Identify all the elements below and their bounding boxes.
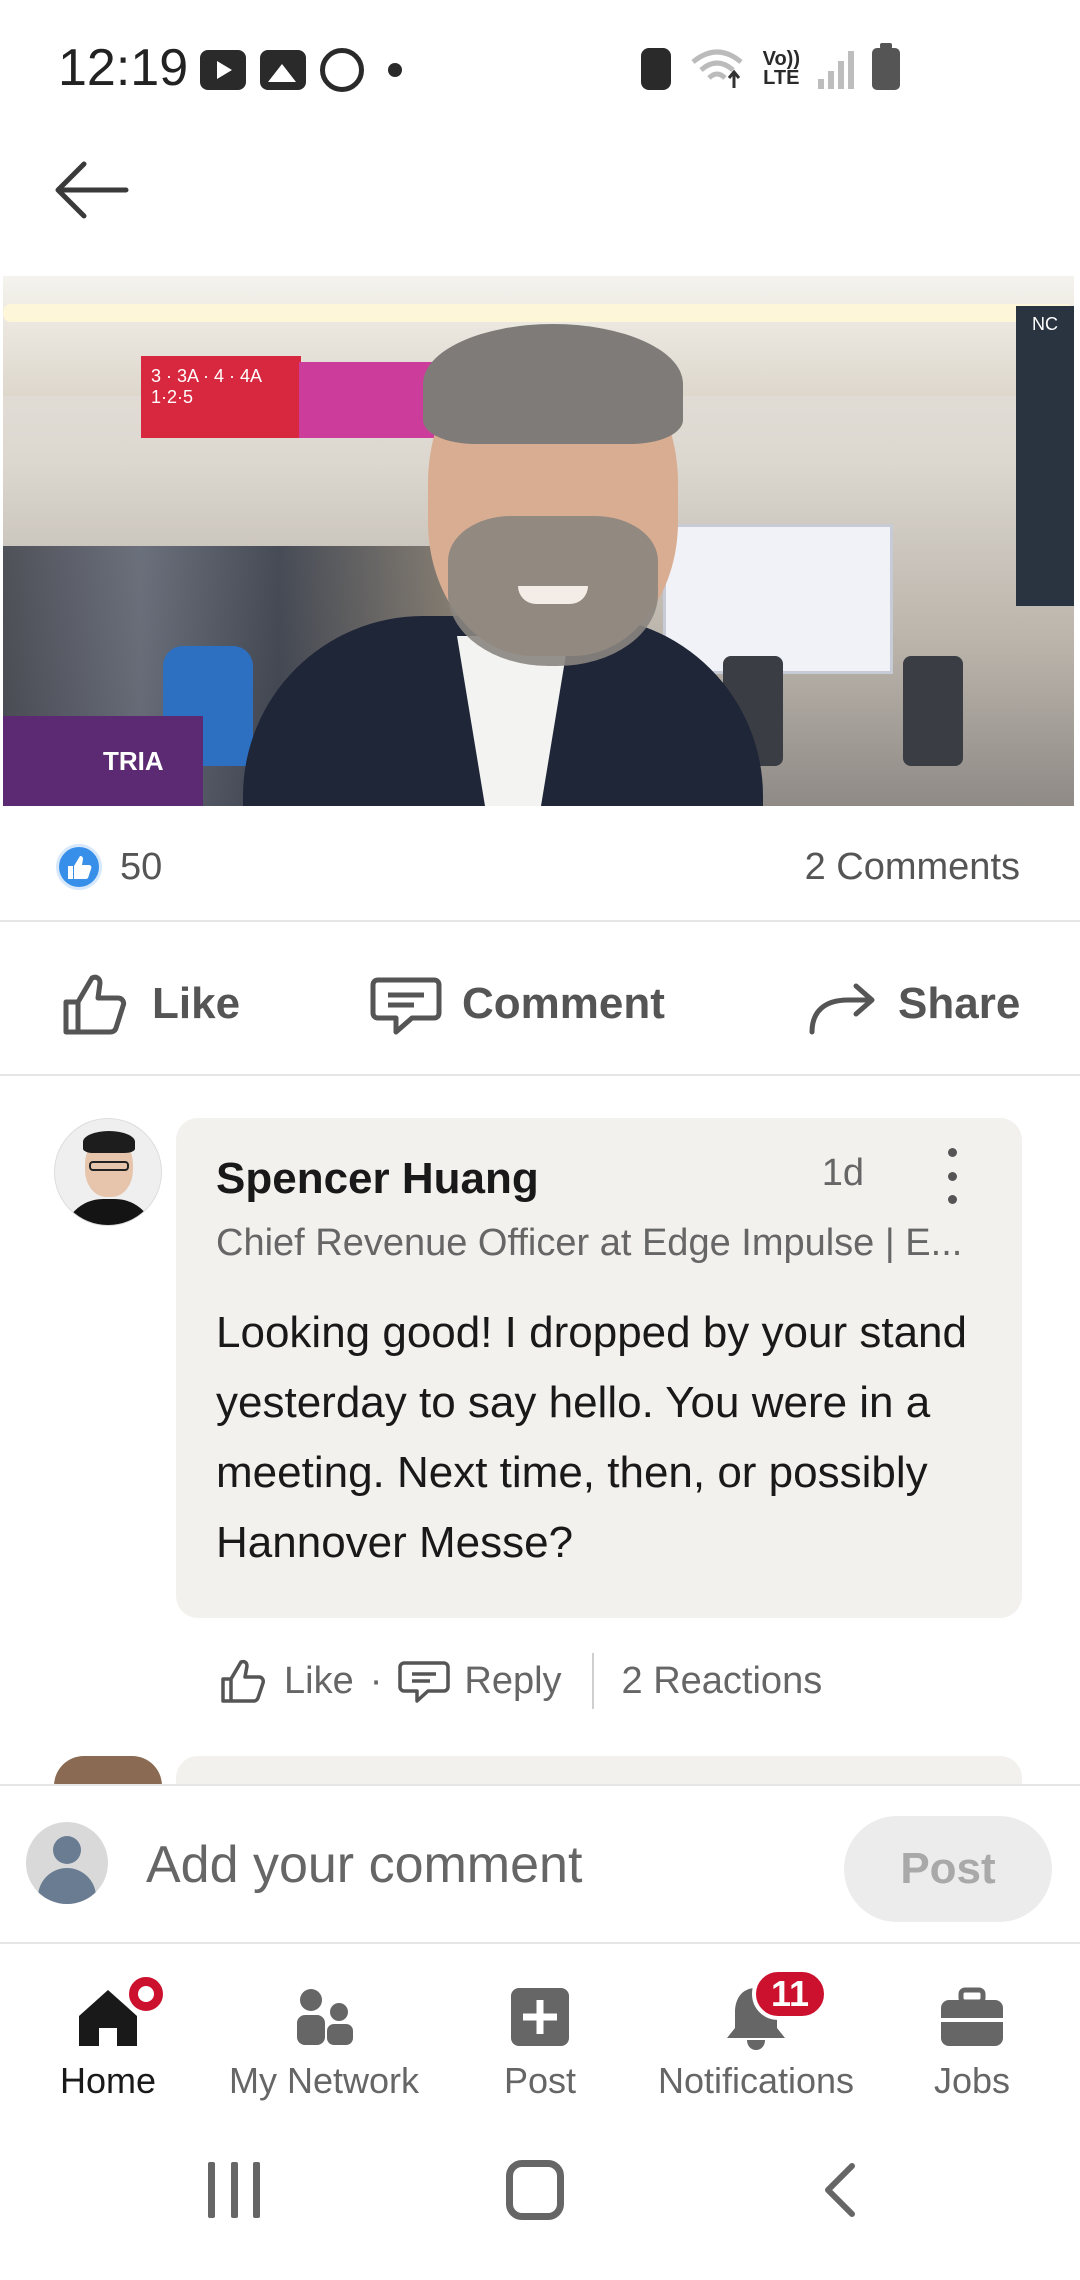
nav-my-network[interactable]: My Network [216,1946,432,2106]
like-label: Like [152,979,241,1028]
dot-icon [388,63,402,77]
nav-home[interactable]: Home [0,1946,216,2106]
reply-icon [398,1661,451,1703]
nav-notifications[interactable]: 11 Notifications [648,1946,864,2106]
arrow-left-icon [55,161,129,219]
status-bar: 12:19 Vo)) LTE [0,0,1080,140]
home-notification-dot [124,1972,168,2016]
gallery-icon [260,50,306,90]
social-counts: 50 2 Comments [0,806,1080,922]
volte-icon: Vo)) LTE [763,49,800,89]
thumbs-up-icon [221,1659,265,1703]
nav-notifications-label: Notifications [657,2060,855,2101]
comment-like-button[interactable]: Like [218,1655,354,1707]
nav-my-network-label: My Network [228,2060,420,2101]
photo-direction-sign: 3 · 3A · 4 · 4A 1·2·5 [141,356,301,438]
bottom-navigation: Home My Network Post 11 Notifications Jo… [0,1946,1080,2106]
nav-post[interactable]: Post [432,1946,648,2106]
thumbs-up-icon [63,974,127,1035]
status-icons-left [200,48,402,92]
back-button[interactable] [52,150,132,230]
comment-timestamp: 1d [821,1152,864,1194]
comment-composer: Post [0,1784,1080,1944]
comment-reactions-count[interactable]: 2 Reactions [622,1660,823,1703]
battery-saver-icon [640,48,671,90]
system-navigation-bar [0,2130,1080,2280]
nav-jobs-label: Jobs [933,2060,1011,2101]
comment-button[interactable]: Comment [368,964,665,1044]
photo-right-sign: NC [1016,306,1074,606]
whatsapp-icon [320,48,364,92]
comment-input[interactable] [146,1830,786,1900]
comment-label: Comment [462,979,665,1028]
recent-apps-icon[interactable] [208,2162,260,2218]
like-button[interactable]: Like [58,964,240,1044]
commenter-name[interactable]: Spencer Huang [216,1154,539,1204]
share-label: Share [898,979,1021,1028]
youtube-icon [200,50,246,90]
comment-reply-label: Reply [464,1659,562,1702]
post-plus-icon [511,1988,569,2046]
next-comment-bubble [176,1756,1022,1786]
network-icon [297,1989,353,2045]
next-commenter-avatar[interactable] [54,1756,162,1786]
photo-turnstile [903,656,963,766]
separator-dot: · [369,1659,383,1702]
like-reaction-icon[interactable] [56,844,102,890]
reaction-count[interactable]: 50 [120,846,162,889]
post-action-bar: Like Comment Share [0,924,1080,1076]
comments-count[interactable]: 2 Comments [805,846,1020,889]
nav-post-label: Post [503,2060,577,2101]
signal-icon [818,49,854,89]
commenter-headline: Chief Revenue Officer at Edge Impulse | … [216,1222,963,1264]
comment-text: Looking good! I dropped by your stand ye… [216,1308,967,1567]
volte-line2: LTE [763,67,800,89]
comment-actions: Like · Reply 2 Reactions [218,1646,822,1716]
post-image[interactable]: 3 · 3A · 4 · 4A 1·2·5 NC TRIA [3,276,1074,806]
share-button[interactable]: Share [804,964,1020,1044]
briefcase-icon [941,1987,1003,2046]
system-home-icon[interactable] [506,2160,564,2220]
more-options-icon[interactable] [940,1148,964,1204]
actions-divider [591,1653,594,1709]
comment-like-label: Like [284,1659,354,1702]
status-icons-right: Vo)) LTE [640,43,900,90]
nav-home-label: Home [59,2060,157,2101]
comment-icon [370,977,442,1035]
photo-banner: TRIA [3,716,203,806]
battery-icon [872,43,900,90]
wifi-icon [689,48,745,90]
photo-ceiling-light [3,304,1074,322]
commenter-avatar[interactable] [54,1118,162,1226]
nav-jobs[interactable]: Jobs [864,1946,1080,2106]
system-back-icon[interactable] [812,2160,872,2220]
my-avatar [26,1822,108,1904]
post-comment-button[interactable]: Post [844,1816,1052,1922]
photo-board [663,524,893,674]
photo-person-hair [423,324,683,444]
notifications-count-badge: 11 [752,1968,828,2020]
share-arrow-icon [809,983,875,1035]
status-time: 12:19 [58,39,189,97]
comment-reply-button[interactable]: Reply [398,1655,562,1707]
photo-person-mouth [518,586,588,604]
comment-bubble: Spencer Huang 1d Chief Revenue Officer a… [176,1118,1022,1618]
